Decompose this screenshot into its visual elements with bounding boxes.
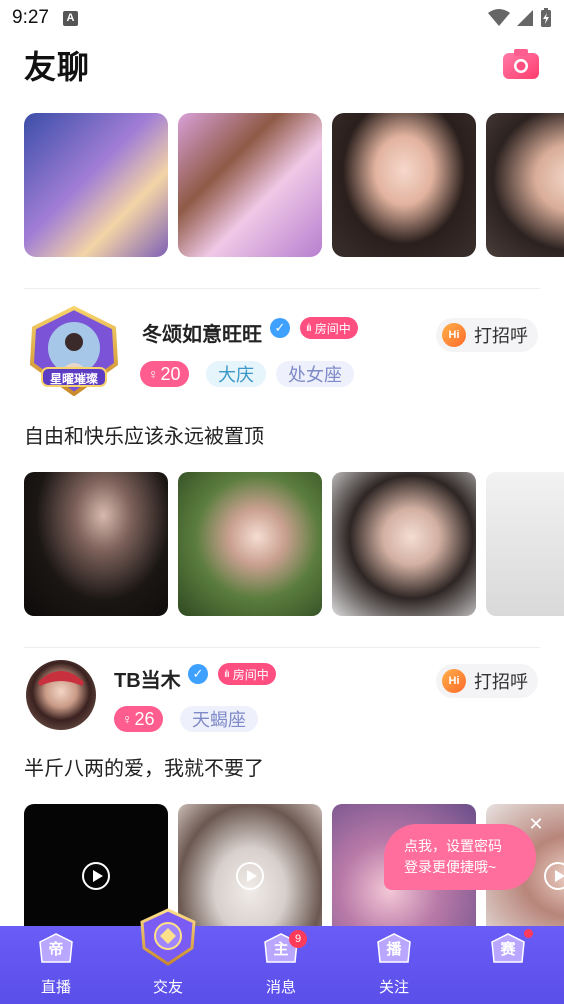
notification-dot bbox=[524, 929, 533, 938]
avatar-banner-text: 星曜璀璨 bbox=[49, 372, 98, 386]
nav-emblem-text: 赛 bbox=[500, 941, 516, 958]
friends-crest-icon[interactable] bbox=[136, 908, 200, 966]
nav-item-messages[interactable]: 主 9 消息 bbox=[225, 926, 337, 1004]
nav-label: 消息 bbox=[265, 979, 296, 996]
post-photo[interactable] bbox=[332, 472, 476, 616]
play-icon[interactable] bbox=[236, 862, 264, 890]
verified-icon: ✓ bbox=[188, 664, 208, 684]
nav-label: 关注 bbox=[378, 979, 409, 996]
close-icon[interactable]: ✕ bbox=[524, 812, 548, 836]
greet-button[interactable]: Hi 打招呼 bbox=[436, 318, 538, 352]
room-status-label: 房间中 bbox=[314, 321, 351, 336]
tooltip-line-2: 登录更便捷哦~ bbox=[404, 859, 497, 875]
featured-thumb[interactable] bbox=[332, 113, 476, 257]
room-status-badge[interactable]: ılı 房间中 bbox=[218, 663, 276, 685]
wifi-icon bbox=[488, 9, 510, 26]
featured-strip bbox=[24, 113, 564, 257]
unread-badge: 9 bbox=[289, 930, 307, 948]
age-value: 26 bbox=[134, 708, 155, 729]
live-bars-icon: ılı bbox=[224, 668, 230, 680]
post-photo[interactable] bbox=[486, 472, 564, 616]
avatar-hat-icon bbox=[38, 671, 84, 686]
status-bar: 9:27 A bbox=[0, 0, 564, 36]
header: 友聊 bbox=[0, 36, 564, 92]
divider bbox=[24, 647, 540, 648]
featured-thumb[interactable] bbox=[178, 113, 322, 257]
avatar[interactable]: 星曜璀璨 bbox=[26, 306, 122, 396]
live-bars-icon: ılı bbox=[306, 322, 312, 334]
featured-thumb[interactable] bbox=[24, 113, 168, 257]
room-status-label: 房间中 bbox=[232, 667, 269, 682]
divider bbox=[24, 288, 540, 289]
post-photo[interactable] bbox=[24, 472, 168, 616]
play-icon[interactable] bbox=[544, 862, 564, 890]
bottom-nav: 帝 直播 交友 主 9 消息 播 关注 赛 bbox=[0, 926, 564, 1004]
photo-row bbox=[24, 472, 564, 616]
post-text: 半斤八两的爱，我就不要了 bbox=[24, 758, 264, 780]
gender-female-icon: ♀ bbox=[148, 366, 159, 382]
username[interactable]: TB当木 bbox=[114, 664, 181, 693]
play-icon[interactable] bbox=[82, 862, 110, 890]
greet-label: 打招呼 bbox=[474, 672, 528, 692]
username[interactable]: 冬颂如意旺旺 bbox=[142, 318, 262, 347]
zodiac-tag: 处女座 bbox=[276, 361, 354, 387]
featured-thumb[interactable] bbox=[486, 113, 564, 257]
post-text: 自由和快乐应该永远被置顶 bbox=[24, 426, 264, 448]
nav-item-live[interactable]: 帝 直播 bbox=[0, 926, 112, 1004]
battery-icon bbox=[541, 8, 551, 27]
zodiac-tag: 天蝎座 bbox=[180, 706, 258, 732]
room-status-badge[interactable]: ılı 房间中 bbox=[300, 317, 358, 339]
verified-icon: ✓ bbox=[270, 318, 290, 338]
page-title: 友聊 bbox=[24, 49, 91, 85]
signal-icon bbox=[517, 10, 533, 26]
nav-emblem-text: 播 bbox=[386, 941, 402, 958]
nav-label: 交友 bbox=[152, 979, 183, 996]
hi-icon: Hi bbox=[442, 669, 466, 693]
greet-button[interactable]: Hi 打招呼 bbox=[436, 664, 538, 698]
hi-icon: Hi bbox=[442, 323, 466, 347]
status-time: 9:27 bbox=[12, 7, 49, 28]
avatar[interactable] bbox=[26, 660, 96, 730]
notification-icon: A bbox=[62, 10, 78, 26]
nav-label: 直播 bbox=[40, 979, 71, 996]
nav-item-follow[interactable]: 播 关注 bbox=[338, 926, 450, 1004]
status-icons bbox=[488, 8, 552, 28]
gender-female-icon: ♀ bbox=[122, 711, 133, 727]
nav-item-match[interactable]: 赛 bbox=[452, 926, 564, 1004]
tooltip-line-1: 点我，设置密码 bbox=[404, 838, 502, 854]
camera-icon[interactable] bbox=[502, 48, 540, 80]
city-tag: 大庆 bbox=[206, 361, 266, 387]
greet-label: 打招呼 bbox=[474, 326, 528, 346]
age-tag: ♀ 26 bbox=[114, 706, 163, 732]
password-tooltip[interactable]: 点我，设置密码 登录更便捷哦~ bbox=[384, 824, 536, 890]
age-tag: ♀ 20 bbox=[140, 361, 189, 387]
nav-emblem-text: 帝 bbox=[48, 941, 64, 958]
post-photo[interactable] bbox=[178, 472, 322, 616]
age-value: 20 bbox=[160, 363, 181, 384]
